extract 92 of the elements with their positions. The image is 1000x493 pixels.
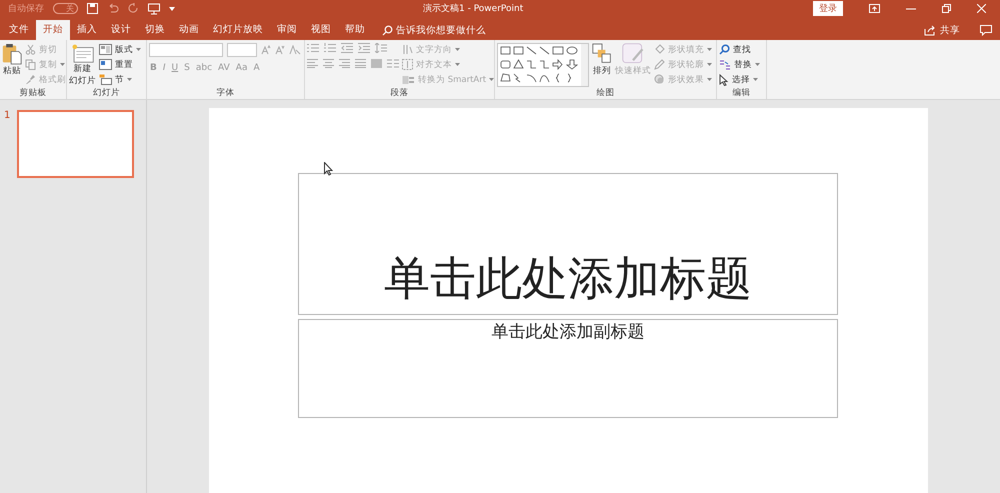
restore-icon[interactable] bbox=[942, 4, 951, 13]
ribbon-tab[interactable]: 审阅 bbox=[270, 20, 304, 40]
shrink-font-icon[interactable] bbox=[275, 45, 285, 55]
grow-font-icon[interactable] bbox=[261, 45, 271, 55]
numbered-list-icon[interactable] bbox=[324, 43, 336, 53]
group-label: 段落 bbox=[390, 87, 410, 99]
cursor-icon bbox=[324, 162, 334, 176]
slide-number: 1 bbox=[4, 110, 10, 123]
reset-icon bbox=[99, 59, 112, 70]
pointer-icon bbox=[719, 74, 729, 86]
window-title: 演示文稿1 - PowerPoint bbox=[423, 2, 524, 15]
font-name-field[interactable] bbox=[149, 43, 223, 57]
caret-icon bbox=[489, 78, 494, 82]
undo-icon[interactable] bbox=[107, 3, 119, 14]
layout-icon bbox=[99, 44, 112, 55]
clear-format-icon[interactable] bbox=[289, 45, 301, 55]
share-button[interactable]: 共享 bbox=[924, 24, 960, 36]
caret-icon bbox=[753, 78, 758, 82]
autosave-label: 自动保存 bbox=[8, 2, 44, 15]
ribbon-button[interactable]: 查找 bbox=[719, 43, 760, 56]
decrease-indent-icon[interactable] bbox=[341, 43, 353, 53]
smartart-icon bbox=[402, 74, 415, 85]
copy-icon bbox=[25, 59, 36, 70]
ribbon-button[interactable]: 替换 bbox=[719, 58, 760, 71]
presentation-icon[interactable] bbox=[148, 2, 160, 14]
align-text-icon bbox=[402, 59, 413, 70]
group-label: 绘图 bbox=[596, 87, 616, 99]
large-ribbon-button[interactable]: 新建 幻灯片 bbox=[69, 43, 96, 87]
subtitle-placeholder-text: 单击此处添加副标题 bbox=[492, 321, 644, 343]
ribbon-tab[interactable]: 视图 bbox=[304, 20, 338, 40]
pen-icon bbox=[654, 59, 665, 70]
group-label: 幻灯片 bbox=[92, 87, 121, 99]
sign-in-button[interactable]: 登录 bbox=[813, 1, 843, 16]
group-label: 编辑 bbox=[732, 87, 752, 99]
caret-icon bbox=[707, 62, 712, 66]
group-label: 剪贴板 bbox=[18, 87, 48, 99]
large-ribbon-button[interactable]: 粘贴 bbox=[2, 43, 22, 77]
shape-effect-icon bbox=[654, 74, 665, 85]
slide-thumbnail[interactable] bbox=[17, 110, 134, 178]
ribbon-display-icon[interactable] bbox=[869, 4, 880, 13]
comment-icon[interactable] bbox=[980, 24, 992, 36]
caret-icon bbox=[136, 48, 141, 52]
brush-icon bbox=[25, 74, 36, 85]
redo-icon[interactable] bbox=[128, 3, 139, 14]
align-center-icon[interactable] bbox=[323, 59, 334, 68]
font-size-field[interactable] bbox=[227, 43, 257, 57]
search-icon bbox=[719, 44, 730, 55]
ribbon-tab[interactable]: 切换 bbox=[138, 20, 172, 40]
ribbon-button[interactable]: 节 bbox=[99, 73, 141, 86]
justify-icon[interactable] bbox=[355, 59, 366, 68]
ribbon-tab[interactable]: 开始 bbox=[36, 20, 70, 40]
replace-icon bbox=[719, 59, 731, 70]
scissors-icon bbox=[25, 44, 36, 55]
share-icon bbox=[924, 24, 936, 36]
new-slide-icon bbox=[71, 43, 94, 63]
close-icon[interactable] bbox=[977, 4, 986, 13]
subtitle-placeholder[interactable]: 单击此处添加副标题 bbox=[298, 319, 838, 418]
columns-icon[interactable] bbox=[387, 59, 399, 68]
arrange-icon bbox=[592, 43, 612, 65]
ribbon-button[interactable]: 选择 bbox=[719, 73, 760, 86]
ribbon-tab[interactable]: 动画 bbox=[172, 20, 206, 40]
caret-icon bbox=[455, 62, 460, 66]
ribbon-tab[interactable]: 插入 bbox=[70, 20, 104, 40]
caret-icon bbox=[707, 48, 712, 52]
align-right-icon[interactable] bbox=[339, 59, 350, 68]
group-label: 字体 bbox=[216, 87, 236, 99]
caret-icon bbox=[707, 78, 712, 82]
ribbon-tab[interactable]: 设计 bbox=[104, 20, 138, 40]
customize-caret-icon[interactable] bbox=[169, 6, 175, 12]
ribbon-tab[interactable]: 幻灯片放映 bbox=[206, 20, 270, 40]
section-icon bbox=[99, 74, 112, 85]
caret-icon bbox=[127, 78, 132, 82]
line-spacing-icon[interactable] bbox=[375, 43, 387, 53]
caret-icon bbox=[755, 62, 760, 66]
increase-indent-icon[interactable] bbox=[358, 43, 370, 53]
title-placeholder[interactable]: 单击此处添加标题 bbox=[298, 173, 838, 315]
caret-icon bbox=[455, 48, 460, 52]
ribbon-tab[interactable]: 帮助 bbox=[338, 20, 372, 40]
ribbon-button[interactable]: 重置 bbox=[99, 58, 141, 71]
align-left-icon[interactable] bbox=[307, 59, 318, 68]
search-icon bbox=[382, 24, 393, 36]
caret-icon bbox=[60, 62, 65, 66]
save-icon[interactable] bbox=[87, 3, 98, 14]
large-ribbon-button[interactable]: 排列 bbox=[592, 43, 612, 77]
bullet-list-icon[interactable] bbox=[307, 43, 319, 53]
ribbon-tab[interactable]: 文件 bbox=[2, 20, 36, 40]
tell-me-search[interactable]: 告诉我你想要做什么 bbox=[382, 20, 506, 40]
title-placeholder-text: 单击此处添加标题 bbox=[384, 250, 752, 307]
shapes-gallery[interactable] bbox=[497, 43, 589, 87]
quick-style-icon bbox=[622, 43, 644, 65]
ribbon-button[interactable]: 版式 bbox=[99, 43, 141, 56]
text-direction-icon bbox=[402, 44, 413, 55]
